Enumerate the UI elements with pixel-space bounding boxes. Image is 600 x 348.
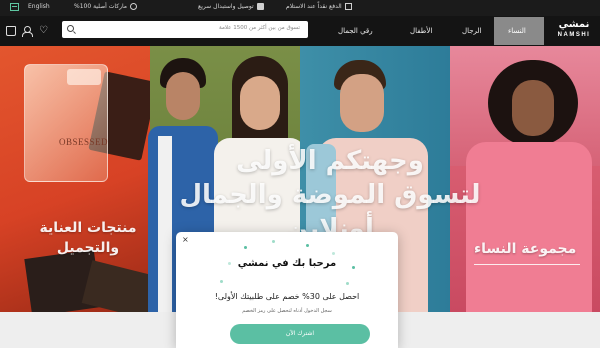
- confetti-dot: [272, 240, 275, 243]
- usp-fast-delivery: توصيل واستبدال سريع: [198, 3, 264, 10]
- nav-link-women[interactable]: النساء: [508, 27, 526, 35]
- popup-offer: احصل على 30% خصم على طلبيتك الأولى!: [214, 292, 360, 301]
- usp-delivery-label: توصيل واستبدال سريع: [198, 3, 254, 10]
- confetti-dot: [346, 282, 349, 285]
- woman-face: [512, 80, 554, 136]
- perfume-cap: [67, 69, 101, 85]
- top-utility-bar: English ماركات أصلية 100% توصيل واستبدال…: [0, 0, 600, 16]
- cash-icon: [344, 3, 352, 10]
- women-category-label[interactable]: مجموعة النساء: [474, 241, 576, 257]
- girl-face: [240, 76, 280, 130]
- close-icon[interactable]: ×: [182, 235, 189, 244]
- perfume-label: OBSESSED: [59, 137, 109, 147]
- usp-cash-on-delivery: الدفع نقداً عند الاستلام: [286, 3, 352, 10]
- popup-subtitle: سجل الدخول أدناه لتحصل على رمز الخصم: [242, 308, 332, 314]
- search-placeholder: تسوق من بين أكثر من 1500 علامة: [219, 25, 300, 31]
- check-icon: [130, 3, 138, 10]
- namshi-logo[interactable]: نمشي NAMSHI: [550, 19, 598, 45]
- truck-icon: [256, 3, 264, 10]
- subscribe-button[interactable]: اشترك الآن: [230, 324, 370, 344]
- confetti-dot: [332, 252, 335, 255]
- search-icon[interactable]: [67, 25, 74, 32]
- heart-icon[interactable]: ♡: [39, 26, 49, 36]
- hero-title-line1: وجهتكم الأولى: [236, 146, 424, 176]
- women-label-underline: [474, 264, 580, 265]
- man-face: [340, 74, 384, 132]
- logo-arabic: نمشي: [558, 19, 590, 30]
- flag-icon[interactable]: [10, 3, 19, 11]
- nav-link-beauty[interactable]: رقي الجمال: [338, 27, 373, 35]
- user-icon[interactable]: [22, 26, 33, 37]
- popup-title: مرحبا بك في نمشي: [237, 258, 337, 269]
- welcome-popup: × مرحبا بك في نمشي احصل على 30% خصم على …: [176, 232, 398, 348]
- hero-headline: وجهتكم الأولى لتسوق الموضة والجمال أونلا…: [160, 144, 500, 246]
- beauty-category-label[interactable]: منتجات العناية والتجميل: [38, 218, 138, 258]
- nav-link-kids[interactable]: الأطفال: [410, 27, 432, 35]
- language-switch[interactable]: English: [28, 3, 50, 10]
- confetti-dot: [244, 246, 247, 249]
- nav-link-men[interactable]: الرجال: [462, 27, 482, 35]
- boy-face: [166, 72, 200, 120]
- search-input[interactable]: تسوق من بين أكثر من 1500 علامة: [62, 21, 308, 38]
- confetti-dot: [220, 280, 223, 283]
- usp-original-label: ماركات أصلية 100%: [74, 3, 128, 10]
- usp-cod-label: الدفع نقداً عند الاستلام: [286, 3, 342, 10]
- usp-original-brands: ماركات أصلية 100%: [74, 3, 138, 10]
- confetti-dot: [306, 244, 309, 247]
- logo-english: NAMSHI: [557, 32, 591, 38]
- perfume-bottle-image: OBSESSED: [24, 64, 108, 182]
- shopping-bag-icon[interactable]: [6, 26, 16, 36]
